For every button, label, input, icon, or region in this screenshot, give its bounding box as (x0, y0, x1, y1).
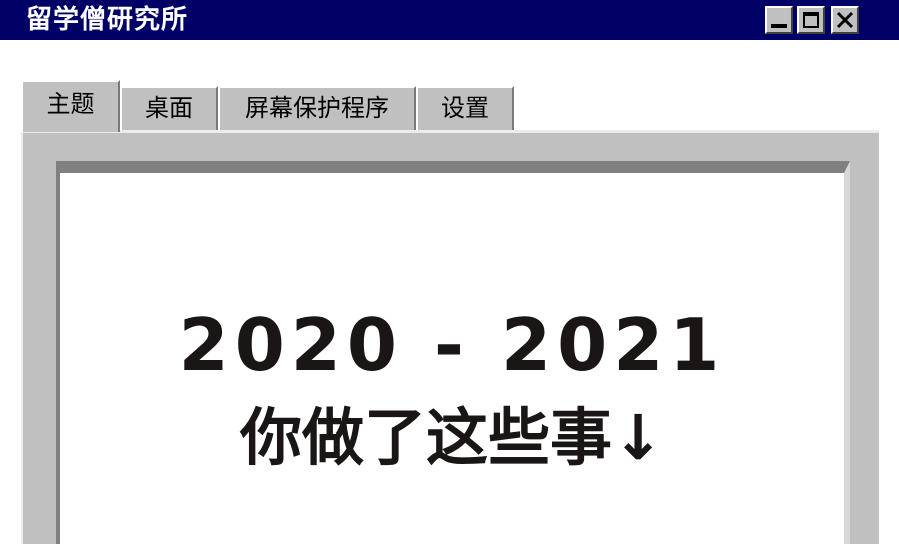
tab-panel: 2020 - 2021 你做了这些事↓ (21, 130, 879, 544)
preview-screen: 2020 - 2021 你做了这些事↓ (56, 161, 850, 544)
window-title: 留学僧研究所 (26, 5, 189, 35)
tab-theme[interactable]: 主题 (21, 80, 120, 132)
close-button[interactable] (831, 6, 859, 34)
tab-settings[interactable]: 设置 (416, 86, 514, 130)
minimize-icon (771, 24, 787, 28)
tab-screensaver[interactable]: 屏幕保护程序 (218, 86, 416, 130)
title-bar[interactable]: 留学僧研究所 (0, 0, 899, 40)
app-window: 留学僧研究所 主题 桌面 屏幕保护程序 设置 2020 - 2021 你做了这些… (0, 0, 899, 544)
maximize-icon (803, 12, 819, 28)
maximize-button[interactable] (797, 6, 825, 34)
headline-year: 2020 - 2021 (178, 303, 726, 387)
headline-subtitle: 你做了这些事↓ (240, 401, 664, 474)
minimize-button[interactable] (765, 6, 793, 34)
tab-desktop[interactable]: 桌面 (120, 86, 218, 130)
close-icon (836, 11, 854, 29)
